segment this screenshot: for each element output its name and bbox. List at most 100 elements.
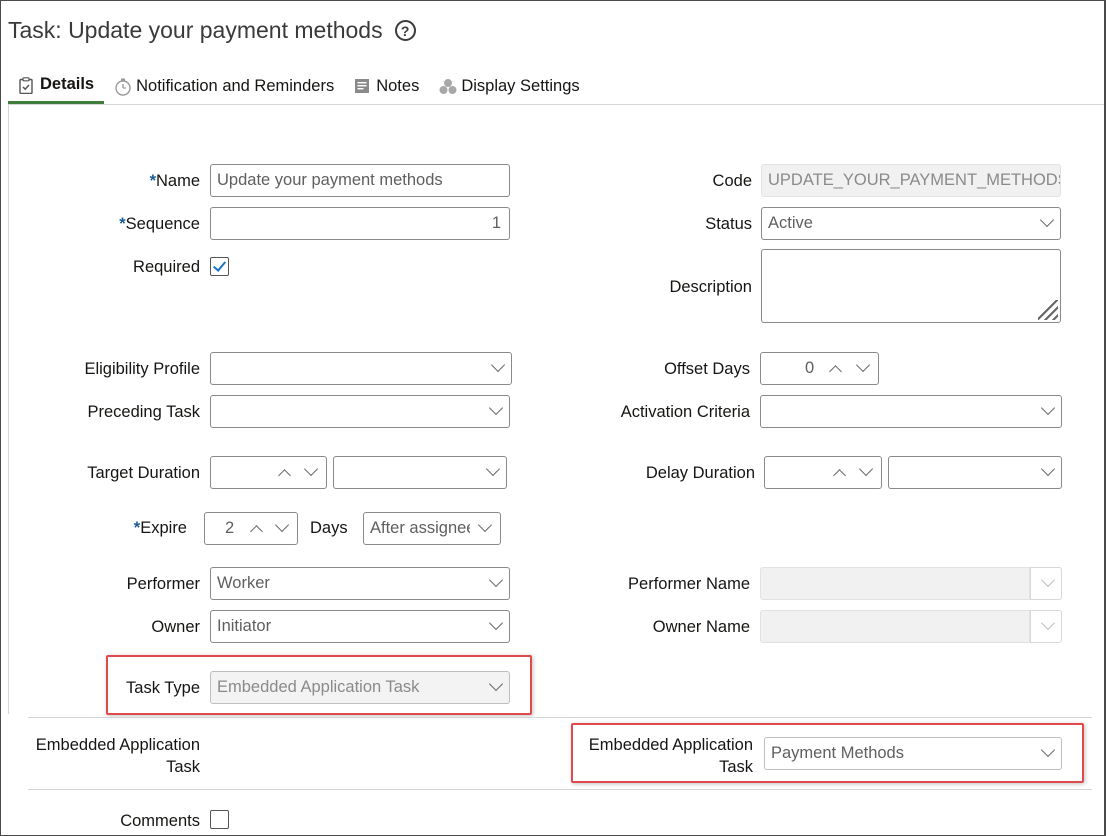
description-textarea[interactable] [761,249,1061,323]
sequence-field[interactable]: 1 [210,207,510,240]
embedded-section-heading: Embedded Application Task [36,734,200,778]
embedded-task-label-line2: Task [719,758,753,776]
owner-label: Owner [151,618,200,636]
status-select[interactable]: Active [761,207,1061,240]
expire-value: 2 [225,519,235,537]
content-border [8,104,9,714]
tabs-divider [8,104,1104,105]
chevron-down-icon [1040,461,1056,477]
chevron-down-icon [1040,572,1056,588]
owner-name-label: Owner Name [652,618,750,636]
expire-stepper[interactable]: 2 [204,512,298,545]
expire-label: *Expire [133,519,187,537]
chevron-down-icon [488,572,504,588]
embedded-task-label: Embedded Application Task [589,734,753,778]
performer-select[interactable]: Worker [210,567,510,600]
performer-value: Worker [217,574,270,592]
activation-criteria-label: Activation Criteria [620,403,750,421]
expire-relative-value: After assignee [370,519,470,537]
embedded-task-select[interactable]: Payment Methods [764,737,1062,770]
offset-days-stepper[interactable]: 0 [760,352,879,385]
task-type-value: Embedded Application Task [217,678,420,696]
page-title: Task: Update your payment methods ? [8,17,416,44]
embedded-section-heading-line2: Task [166,758,200,776]
tab-display-settings[interactable]: Display Settings [429,68,589,104]
offset-days-label: Offset Days [664,360,750,378]
chevron-down-icon [488,615,504,631]
expire-relative-select[interactable]: After assignee [363,512,501,545]
tab-bar: Details Notification and Reminders Notes… [8,68,590,104]
page-title-text: Task: Update your payment methods [8,17,383,43]
performer-name-dropdown [1030,567,1062,600]
description-label: Description [669,278,752,296]
chevron-down-icon[interactable] [858,461,874,477]
embedded-task-label-line1: Embedded Application [588,736,753,754]
checkmark-icon [212,258,227,272]
delay-duration-label: Delay Duration [645,464,755,482]
chevron-down-icon [1040,615,1056,631]
required-checkbox[interactable] [210,257,229,276]
chevron-down-icon[interactable] [855,357,871,373]
chevron-down-icon [485,461,501,477]
owner-select[interactable]: Initiator [210,610,510,643]
chevron-up-icon[interactable] [833,469,846,482]
comments-checkbox[interactable] [210,810,229,829]
target-duration-stepper[interactable] [210,456,327,489]
chevron-up-icon[interactable] [250,525,263,538]
tab-notification-and-reminders[interactable]: Notification and Reminders [104,68,344,104]
tab-details-label: Details [40,75,95,93]
name-label: *Name [149,172,200,190]
owner-name-dropdown [1030,610,1062,643]
task-type-select[interactable]: Embedded Application Task [210,671,510,704]
delay-duration-unit-select[interactable] [888,456,1062,489]
owner-name-field [760,610,1030,643]
clipboard-check-icon [18,76,34,94]
days-label: Days [310,519,348,537]
chevron-down-icon [1039,212,1055,228]
target-duration-label: Target Duration [87,464,200,482]
tab-notes[interactable]: Notes [344,68,429,104]
owner-value: Initiator [217,617,272,635]
tab-notes-label: Notes [376,76,420,95]
resize-grip-icon[interactable] [1038,300,1058,320]
chevron-up-icon[interactable] [829,365,842,378]
preceding-task-select[interactable] [210,395,510,428]
sequence-label: *Sequence [119,215,200,233]
embedded-task-value: Payment Methods [771,744,904,762]
code-label: Code [712,172,752,190]
status-value: Active [768,214,813,232]
code-field: UPDATE_YOUR_PAYMENT_METHODS [761,164,1061,197]
embedded-section-heading-line1: Embedded Application [35,736,200,754]
offset-days-value: 0 [805,359,815,377]
sequence-value: 1 [491,214,501,232]
tab-notification-label: Notification and Reminders [136,76,335,95]
name-value: Update your payment methods [217,171,443,189]
comments-label: Comments [120,812,200,830]
help-icon[interactable]: ? [394,20,416,41]
chevron-down-icon[interactable] [303,461,319,477]
stopwatch-icon [114,78,131,96]
eligibility-profile-select[interactable] [210,352,512,385]
required-label: Required [133,258,200,276]
section-divider-2 [28,789,1092,790]
performer-label: Performer [126,575,200,593]
tab-display-settings-label: Display Settings [461,76,580,95]
performer-name-label: Performer Name [628,575,750,593]
note-icon [354,78,370,94]
preceding-task-label: Preceding Task [87,403,200,421]
code-value: UPDATE_YOUR_PAYMENT_METHODS [768,171,1061,189]
target-duration-unit-select[interactable] [333,456,507,489]
name-field[interactable]: Update your payment methods [210,164,510,197]
chevron-down-icon [1040,400,1056,416]
chevron-down-icon [490,357,506,373]
activation-criteria-select[interactable] [760,395,1062,428]
chevron-down-icon [488,400,504,416]
chevron-up-icon[interactable] [278,469,291,482]
delay-duration-stepper[interactable] [764,456,882,489]
task-type-label: Task Type [126,679,200,697]
chevron-down-icon[interactable] [274,517,290,533]
chevron-down-icon [488,676,504,692]
status-label: Status [705,215,752,233]
section-divider [28,717,1092,718]
tab-details[interactable]: Details [8,68,105,104]
